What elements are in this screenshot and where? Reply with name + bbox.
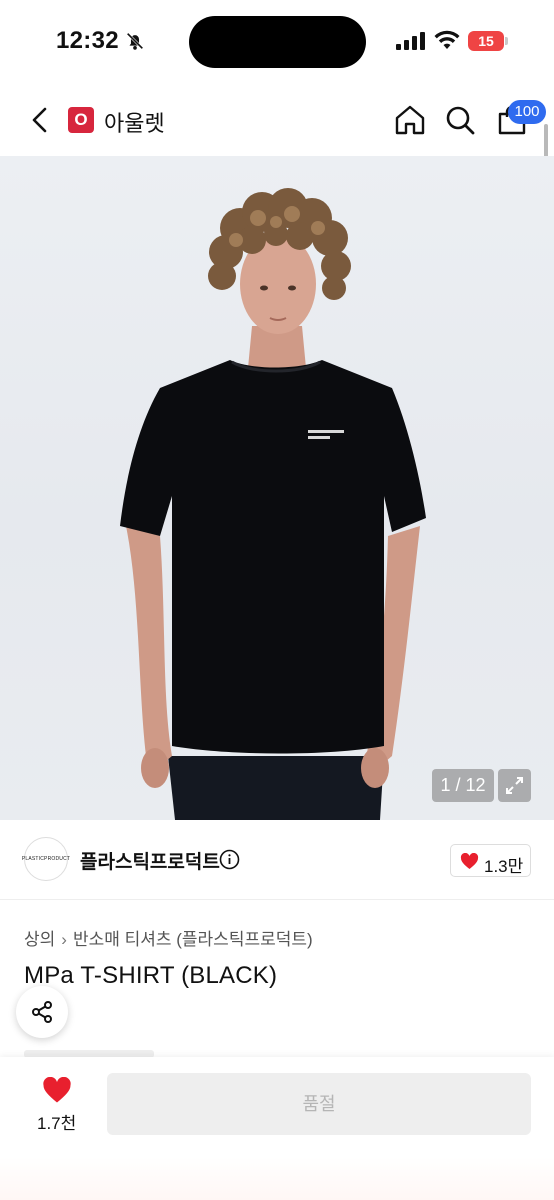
breadcrumb-item[interactable]: 반소매 티셔츠 (플라스틱프로덕트) xyxy=(73,930,313,949)
seller-like-button[interactable]: 1.3만 xyxy=(450,844,531,877)
breadcrumb-item[interactable]: 상의 xyxy=(24,930,55,949)
expand-image-button[interactable] xyxy=(498,769,531,802)
battery-indicator: 15 xyxy=(468,31,508,51)
share-icon xyxy=(32,1001,52,1023)
seller-avatar-logo: PLASTICPRODUCT xyxy=(21,856,71,862)
image-counter: 1 / 12 xyxy=(432,769,494,802)
battery-level: 15 xyxy=(468,31,504,51)
breadcrumb: 상의 › 반소매 티셔츠 (플라스틱프로덕트) xyxy=(24,925,313,950)
back-arrow-icon[interactable] xyxy=(26,104,54,136)
app-header: O 아울렛 100 xyxy=(0,84,554,156)
bottom-gradient xyxy=(0,1157,554,1200)
bottom-action-bar: 1.7천 품절 xyxy=(0,1057,554,1200)
info-icon[interactable] xyxy=(219,849,240,870)
seller-like-count: 1.3만 xyxy=(484,857,524,876)
page-title: 아울렛 xyxy=(104,111,165,136)
status-time: 12:32 xyxy=(56,27,119,54)
product-title: MPa T-SHIRT (BLACK) xyxy=(24,962,278,989)
status-bar: 12:32 15 xyxy=(0,0,554,84)
seller-name[interactable]: 플라스틱프로덕트 xyxy=(80,847,220,874)
like-count: 1.7천 xyxy=(37,1114,77,1133)
seller-avatar[interactable]: PLASTICPRODUCT xyxy=(21,837,71,881)
heart-filled-icon xyxy=(43,1077,71,1103)
heart-icon xyxy=(460,853,479,870)
model-photo xyxy=(120,188,426,820)
outlet-logo: O xyxy=(68,107,94,133)
search-icon[interactable] xyxy=(444,104,476,136)
battery-nub xyxy=(505,37,508,45)
wifi-icon xyxy=(434,30,460,49)
sold-out-button[interactable]: 품절 xyxy=(107,1073,531,1135)
expand-icon xyxy=(506,777,523,794)
cart-count-badge: 100 xyxy=(508,100,546,124)
bell-muted-icon xyxy=(126,32,144,50)
chevron-right-icon: › xyxy=(61,930,67,949)
dynamic-island xyxy=(189,16,366,68)
product-image[interactable] xyxy=(0,156,554,820)
share-button[interactable] xyxy=(16,986,68,1038)
cellular-signal-icon xyxy=(396,32,425,50)
home-icon[interactable] xyxy=(394,104,426,136)
seller-row[interactable]: PLASTICPRODUCT 플라스틱프로덕트 1.3만 xyxy=(0,820,554,900)
